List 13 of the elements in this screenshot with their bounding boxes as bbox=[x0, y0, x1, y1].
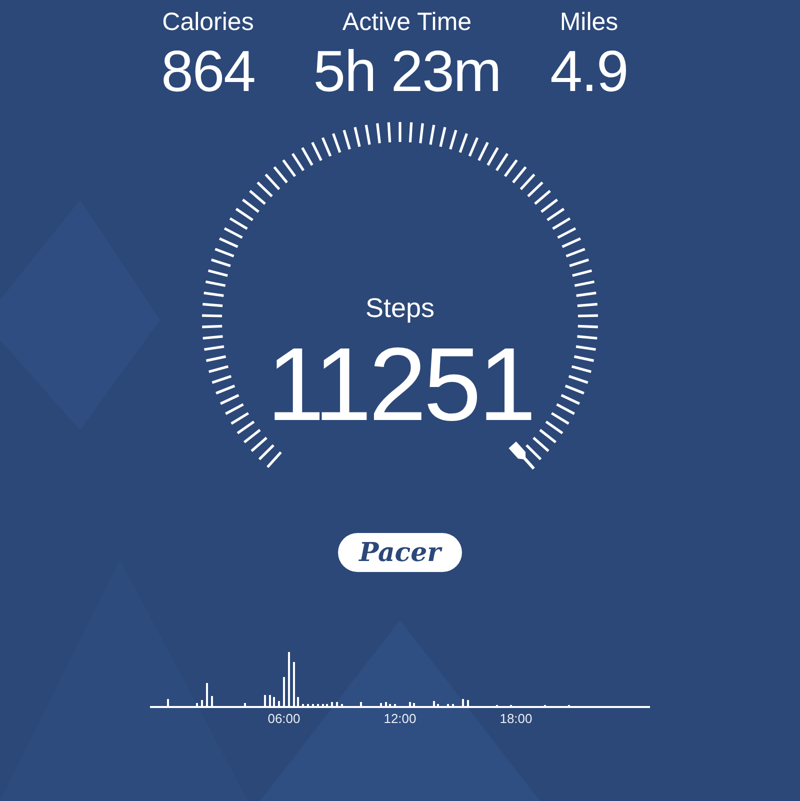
time-axis-label: 18:00 bbox=[498, 712, 534, 725]
stat-label: Miles bbox=[560, 10, 618, 35]
stat-label: Active Time bbox=[342, 10, 472, 35]
stat-label: Calories bbox=[162, 10, 254, 35]
stat-value: 5h 23m bbox=[313, 43, 501, 101]
steps-count: 11251 bbox=[266, 333, 534, 437]
time-axis-label: 06:00 bbox=[266, 712, 302, 725]
stat-value: 4.9 bbox=[550, 43, 628, 101]
stat-value: 864 bbox=[161, 43, 255, 101]
brand-logo: Pacer bbox=[338, 533, 462, 572]
gauge-end-marker bbox=[508, 442, 535, 470]
time-axis-label: 12:00 bbox=[382, 712, 418, 725]
steps-label: Steps bbox=[364, 295, 436, 322]
